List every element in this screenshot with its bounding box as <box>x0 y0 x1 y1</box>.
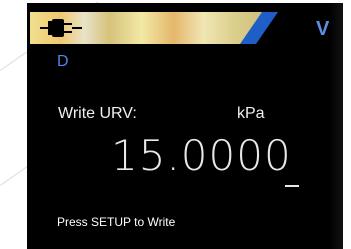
help-text: Press SETUP to Write <box>57 215 176 229</box>
value-display: 15.0000 <box>111 131 292 180</box>
unit-label: kPa <box>237 105 265 122</box>
edit-cursor <box>285 185 299 187</box>
device-screen: V D Write URV: kPa 15.0000 Press SETUP t… <box>27 3 343 249</box>
mode-indicator: D <box>57 53 69 70</box>
write-urv-label: Write URV: <box>58 105 137 122</box>
status-bar <box>30 12 278 44</box>
screen-edge <box>329 3 343 249</box>
plug-icon <box>40 19 82 37</box>
v-indicator: V <box>316 18 330 40</box>
